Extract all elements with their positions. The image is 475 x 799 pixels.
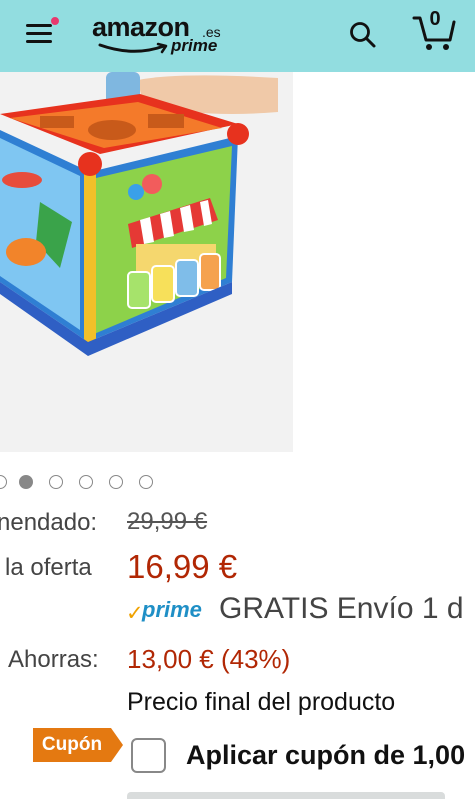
product-image[interactable] (0, 72, 293, 452)
deal-price-label: la oferta (5, 554, 92, 581)
pager-dot[interactable] (49, 475, 63, 489)
pager-dot[interactable] (139, 475, 153, 489)
pager-dot-active[interactable] (19, 475, 33, 489)
coupon-checkbox-label[interactable]: Aplicar cupón de 1,00 (186, 740, 465, 771)
coupon-badge-label: Cupón (41, 734, 103, 755)
prime-check-icon: ✓ (126, 602, 144, 625)
search-button[interactable] (348, 20, 378, 50)
pager-dot[interactable] (0, 475, 7, 489)
activity-cube-toy-image (0, 72, 293, 452)
notification-dot (50, 16, 60, 26)
search-icon (350, 22, 376, 48)
pager-dot[interactable] (79, 475, 93, 489)
cart-count: 0 (429, 8, 441, 30)
coupon-checkbox[interactable] (131, 738, 166, 773)
menu-button[interactable] (26, 16, 60, 46)
free-shipping-text: GRATIS Envío 1 d (219, 592, 464, 625)
savings-value: 13,00 € (43%) (127, 644, 291, 674)
smile-arrow-icon (98, 42, 168, 54)
recommended-price: 29,99 € (127, 508, 208, 535)
amazon-prime-logo[interactable]: amazon .es prime (92, 12, 222, 60)
pager-dot[interactable] (109, 475, 123, 489)
logo-prime-text: prime (171, 36, 218, 55)
savings-label: Ahorras: (8, 646, 99, 673)
deal-price: 16,99 € (127, 548, 238, 585)
coupon-badge: Cupón (33, 728, 123, 762)
cart-button[interactable]: 0 (412, 8, 456, 52)
final-price-note: Precio final del producto (127, 688, 396, 716)
prime-badge[interactable]: prime (142, 597, 202, 623)
recommended-price-label: nendado: (0, 509, 98, 536)
top-nav-bar: amazon .es prime 0 (0, 0, 475, 72)
bottom-scroll-indicator (127, 792, 445, 799)
